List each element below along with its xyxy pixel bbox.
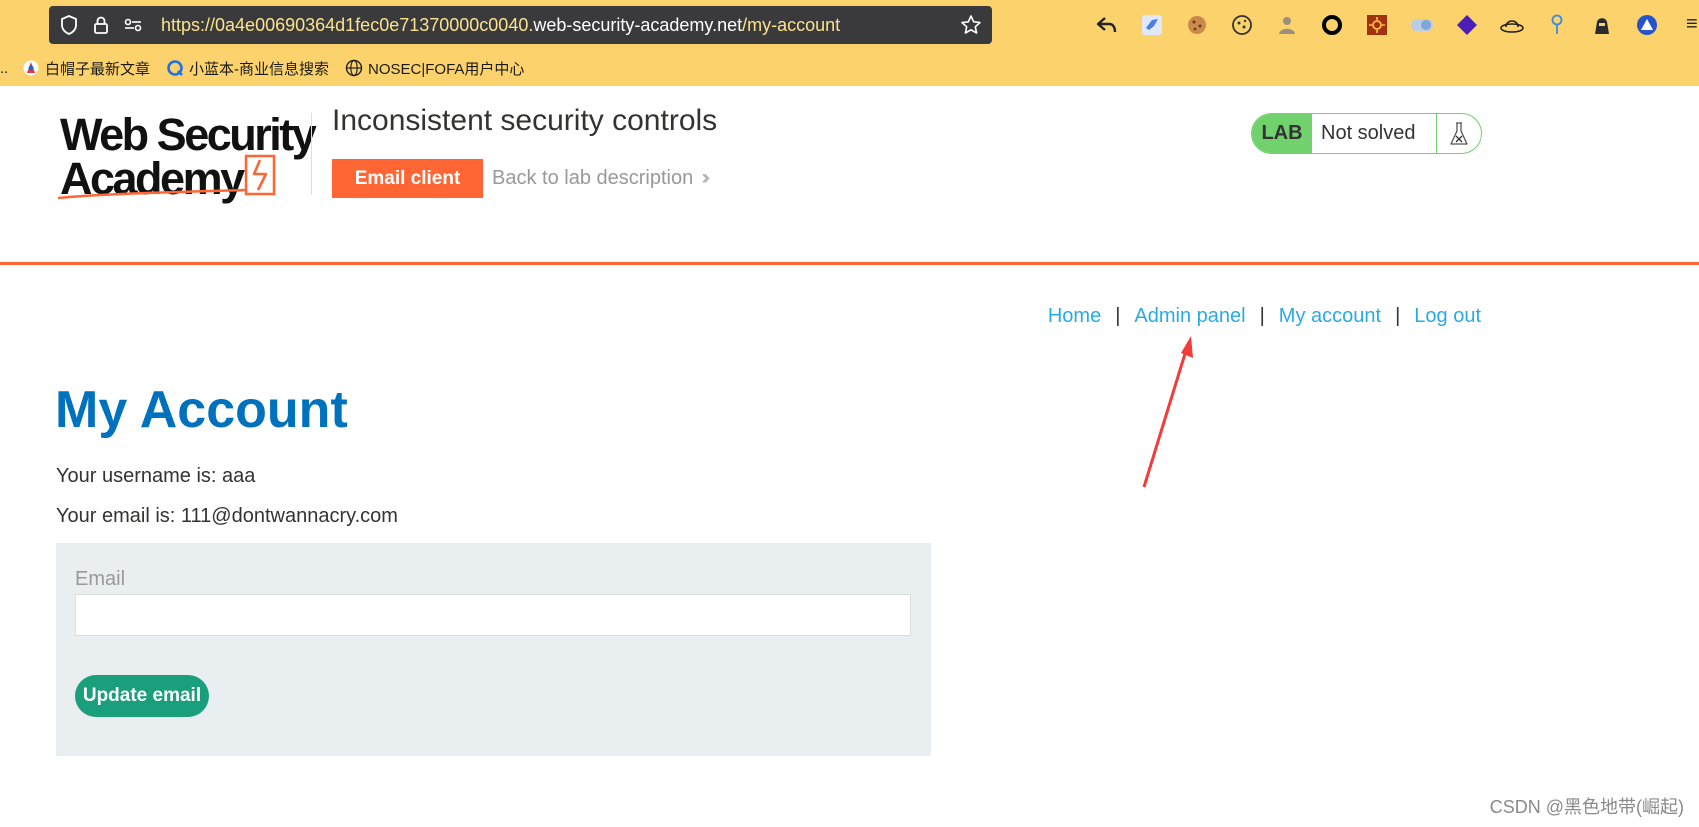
cookie-editor-icon[interactable] xyxy=(1227,10,1257,40)
diamond-icon[interactable] xyxy=(1452,10,1482,40)
username-text: Your username is: aaa xyxy=(56,465,256,487)
email-client-button[interactable]: Email client xyxy=(332,159,483,198)
bookmark-star-icon[interactable] xyxy=(960,14,982,36)
cookie-icon[interactable] xyxy=(1182,10,1212,40)
nav-separator: | xyxy=(1115,305,1121,327)
nav-my-account-link[interactable]: My account xyxy=(1279,305,1381,328)
back-link-label: Back to lab description xyxy=(492,166,694,189)
shield-icon[interactable] xyxy=(58,14,80,36)
flask-icon xyxy=(1437,114,1481,153)
nav-admin-panel-link[interactable]: Admin panel xyxy=(1134,305,1245,328)
browser-toolbar: https://0a4e00690364d1fec0e71370000c0040… xyxy=(0,0,1699,86)
bird-icon[interactable] xyxy=(1137,10,1167,40)
lab-status-text: Not solved xyxy=(1312,114,1437,153)
logo-spark-icon xyxy=(57,154,276,200)
bookmark-label: 白帽子最新文章 xyxy=(45,60,151,78)
menu-icon[interactable]: ≡ xyxy=(1686,13,1698,36)
overflow-dots[interactable]: .. xyxy=(0,60,8,77)
bookmark-label: NOSEC|FOFA用户中心 xyxy=(368,60,525,78)
lab-title: Inconsistent security controls xyxy=(332,104,718,137)
lab-tag: LAB xyxy=(1252,114,1312,153)
double-chevron-right-icon: ›› xyxy=(701,166,710,189)
extensions-toolbar xyxy=(1092,10,1677,40)
header-orange-rule xyxy=(0,262,1699,265)
nav-separator: | xyxy=(1259,305,1265,327)
address-bar[interactable]: https://0a4e00690364d1fec0e71370000c0040… xyxy=(49,6,992,44)
bookmark-xiaolanben[interactable]: 小蓝本-商业信息搜索 xyxy=(166,58,329,79)
sun-icon[interactable] xyxy=(1362,10,1392,40)
watermark: CSDN @黑色地带(崛起) xyxy=(1489,797,1684,817)
bookmark-baimaozi[interactable]: 白帽子最新文章 xyxy=(22,58,150,79)
bookmark-label: 小蓝本-商业信息搜索 xyxy=(189,60,330,78)
back-arrow-icon[interactable] xyxy=(1092,10,1122,40)
nav-log-out-link[interactable]: Log out xyxy=(1414,305,1481,328)
back-to-lab-description-link[interactable]: Back to lab description ›› xyxy=(492,166,710,190)
triangle-icon[interactable] xyxy=(1632,10,1662,40)
update-email-form: Email Update email xyxy=(56,543,931,756)
toggle-icon[interactable] xyxy=(1407,10,1437,40)
email-input[interactable] xyxy=(75,594,911,636)
hacker-icon[interactable] xyxy=(1587,10,1617,40)
email-field-label: Email xyxy=(75,568,126,590)
spy-icon[interactable] xyxy=(1272,10,1302,40)
annotation-arrow xyxy=(1142,336,1193,488)
nav-home-link[interactable]: Home xyxy=(1048,305,1101,328)
permissions-icon[interactable] xyxy=(122,14,144,36)
web-security-academy-logo[interactable]: Web Security Academy xyxy=(56,112,317,204)
nav-separator: | xyxy=(1395,305,1401,327)
email-text: Your email is: 111@dontwannacry.com xyxy=(56,505,398,527)
xiaolanben-icon xyxy=(166,59,184,77)
account-nav: Home | Admin panel | My account | Log ou… xyxy=(1048,305,1481,328)
lock-icon[interactable] xyxy=(90,14,112,36)
lab-status-widget: LAB Not solved xyxy=(1251,113,1482,154)
page-title: My Account xyxy=(55,381,348,439)
bookmarks-bar: .. 白帽子最新文章 小蓝本-商业信息搜索 NOSEC|FOFA用户中心 xyxy=(0,54,540,82)
pin-icon[interactable] xyxy=(1542,10,1572,40)
hat-icon[interactable] xyxy=(1497,10,1527,40)
bookmark-fofa[interactable]: NOSEC|FOFA用户中心 xyxy=(345,58,524,79)
globe-icon xyxy=(345,59,363,77)
update-email-button[interactable]: Update email xyxy=(75,675,209,717)
baimaozi-icon xyxy=(22,59,40,77)
ring-icon[interactable] xyxy=(1317,10,1347,40)
url-text[interactable]: https://0a4e00690364d1fec0e71370000c0040… xyxy=(161,15,840,36)
header-divider xyxy=(311,113,312,195)
